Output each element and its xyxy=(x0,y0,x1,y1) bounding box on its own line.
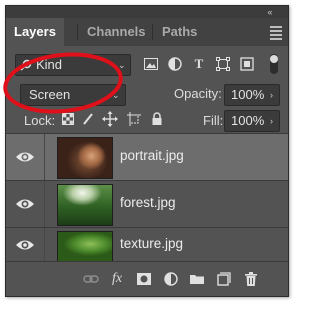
annotation-circle xyxy=(3,52,123,114)
